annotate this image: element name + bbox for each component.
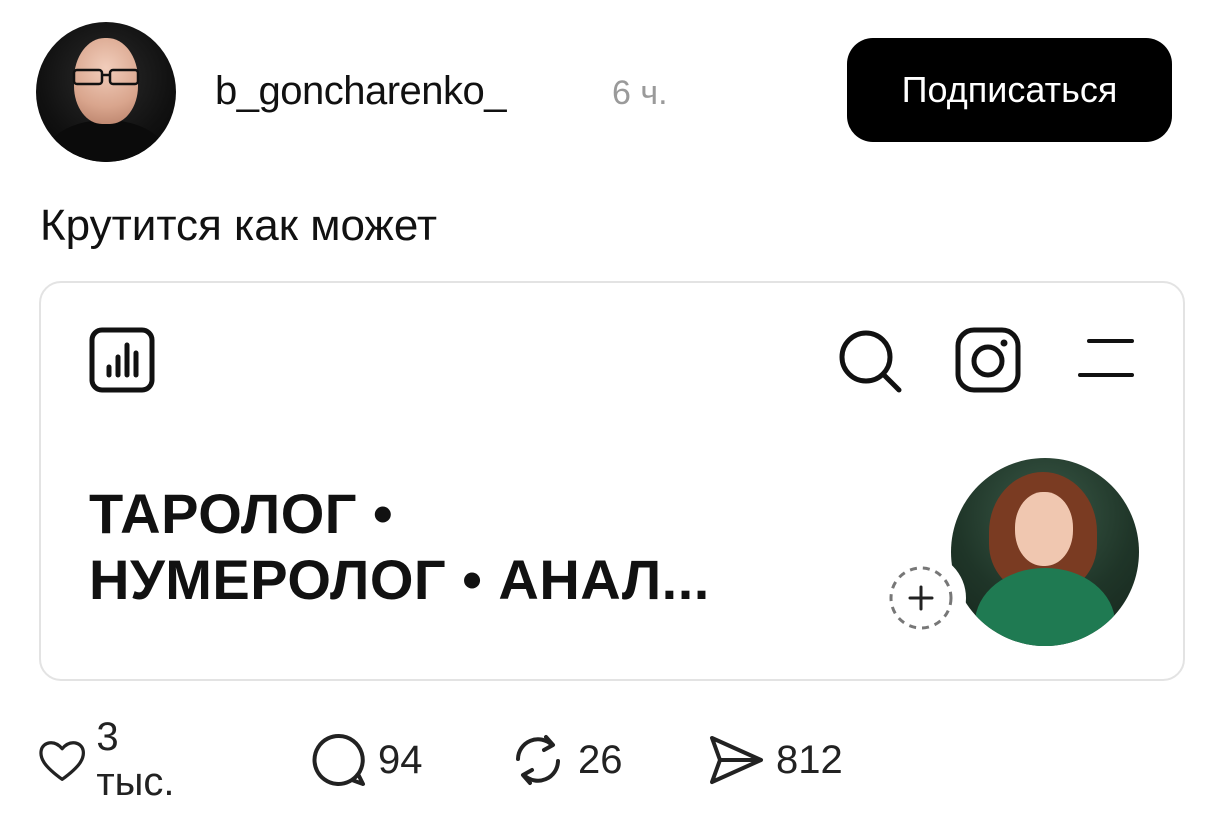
post: b_goncharenko_ 6 ч. Подписаться Крутится… [0,0,1224,830]
profile-title: ТАРОЛОГ • НУМЕРОЛОГ • АНАЛ... [89,481,869,613]
add-story-icon [889,566,953,630]
author-username[interactable]: b_goncharenko_ [215,66,507,116]
profile-photo[interactable] [951,458,1139,646]
instagram-icon[interactable] [955,327,1021,393]
avatar-shirt [46,120,166,162]
profile-title-line-2: НУМЕРОЛОГ • АНАЛ... [89,548,710,611]
reposts-count: 26 [578,737,623,782]
comments-count: 94 [378,737,423,782]
repost-button[interactable]: 26 [508,730,623,790]
post-caption: Крутится как может [40,201,438,250]
comment-button[interactable]: 94 [310,730,423,790]
photo-dress [975,568,1115,646]
author-avatar[interactable] [36,22,176,162]
like-button[interactable]: 3 тыс. [38,715,186,804]
embedded-profile-card[interactable]: ТАРОЛОГ • НУМЕРОЛОГ • АНАЛ... [39,281,1185,681]
likes-count: 3 тыс. [96,715,175,804]
heart-icon [39,741,85,781]
follow-button[interactable]: Подписаться [847,38,1172,142]
search-icon[interactable] [836,327,904,395]
menu-icon[interactable] [1077,335,1135,381]
comment-icon [312,733,365,786]
photo-face [1015,492,1073,566]
stats-icon[interactable] [89,327,155,393]
repost-icon [516,735,560,785]
avatar-glasses [72,68,140,86]
share-button[interactable]: 812 [706,730,843,790]
post-time: 6 ч. [612,74,668,112]
profile-title-line-1: ТАРОЛОГ • [89,482,394,545]
add-story-button[interactable] [876,553,966,643]
send-icon [710,736,763,784]
shares-count: 812 [776,737,843,782]
